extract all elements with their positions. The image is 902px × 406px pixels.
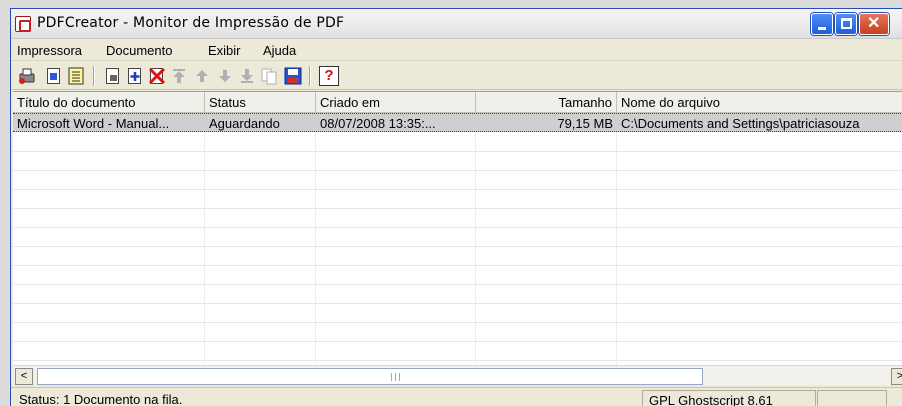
table-row[interactable]: Microsoft Word - Manual... Aguardando 08… [13, 113, 902, 132]
log-icon[interactable] [66, 66, 86, 86]
help-icon[interactable]: ? [319, 66, 339, 86]
printer-icon[interactable] [17, 66, 37, 86]
move-down-icon[interactable] [215, 66, 235, 86]
column-header-status[interactable]: Status [205, 92, 316, 113]
toolbar-separator [309, 66, 311, 86]
minimize-icon [818, 27, 826, 30]
status-bar: Status: 1 Documento na fila. GPL Ghostsc… [11, 387, 902, 406]
empty-row [13, 152, 902, 171]
list-header: Título do documento Status Criado em Tam… [13, 92, 902, 113]
cell-status: Aguardando [209, 116, 280, 131]
cell-created: 08/07/2008 13:35:... [320, 116, 436, 131]
maximize-icon [841, 18, 852, 29]
pdfcreator-app-icon[interactable] [15, 16, 31, 32]
cell-title: Microsoft Word - Manual... [17, 116, 170, 131]
move-top-icon[interactable] [169, 66, 189, 86]
document-properties-icon[interactable] [44, 66, 64, 86]
close-icon: ✕ [867, 15, 881, 32]
status-text: Status: 1 Documento na fila. [19, 392, 183, 406]
cell-filename: C:\Documents and Settings\patriciasouza [621, 116, 860, 131]
scroll-right-button[interactable]: > [891, 368, 902, 385]
menu-bar: Impressora Documento Exibir Ajuda [11, 40, 902, 61]
toolbar: ? [11, 62, 902, 90]
column-header-created[interactable]: Criado em [316, 92, 476, 113]
window-title: PDFCreator - Monitor de Impressão de PDF [37, 15, 345, 31]
empty-row [13, 209, 902, 228]
move-up-icon[interactable] [192, 66, 212, 86]
empty-row [13, 171, 902, 190]
close-button[interactable]: ✕ [859, 13, 889, 35]
ghostscript-version: GPL Ghostscript 8.61 [642, 390, 816, 406]
menu-documento[interactable]: Documento [106, 43, 172, 58]
empty-row [13, 266, 902, 285]
menu-exibir[interactable]: Exibir [208, 43, 241, 58]
maximize-button[interactable] [835, 13, 857, 35]
scroll-grip-icon [391, 373, 400, 381]
save-icon[interactable] [283, 66, 303, 86]
add-document-icon[interactable] [125, 66, 145, 86]
print-document-icon[interactable] [103, 66, 123, 86]
column-header-size[interactable]: Tamanho [476, 92, 617, 113]
status-extra-panel [817, 390, 887, 406]
empty-row [13, 247, 902, 266]
empty-row [13, 304, 902, 323]
empty-row [13, 228, 902, 247]
toolbar-separator [93, 66, 95, 86]
empty-row [13, 285, 902, 304]
column-header-filename[interactable]: Nome do arquivo [617, 92, 902, 113]
column-header-title[interactable]: Título do documento [13, 92, 205, 113]
empty-row [13, 342, 902, 361]
document-queue-list[interactable]: Título do documento Status Criado em Tam… [13, 91, 902, 365]
empty-row [13, 190, 902, 209]
empty-row [13, 133, 902, 152]
combine-icon[interactable] [259, 66, 279, 86]
scroll-thumb[interactable] [37, 368, 703, 385]
menu-ajuda[interactable]: Ajuda [263, 43, 296, 58]
title-bar[interactable]: PDFCreator - Monitor de Impressão de PDF… [11, 9, 902, 39]
move-bottom-icon[interactable] [237, 66, 257, 86]
horizontal-scrollbar[interactable]: < > [13, 365, 902, 385]
cell-size: 79,15 MB [557, 116, 613, 131]
empty-row [13, 323, 902, 342]
minimize-button[interactable] [811, 13, 833, 35]
menu-impressora[interactable]: Impressora [17, 43, 82, 58]
delete-document-icon[interactable] [147, 66, 167, 86]
scroll-left-button[interactable]: < [15, 368, 33, 385]
app-window: PDFCreator - Monitor de Impressão de PDF… [10, 8, 902, 406]
